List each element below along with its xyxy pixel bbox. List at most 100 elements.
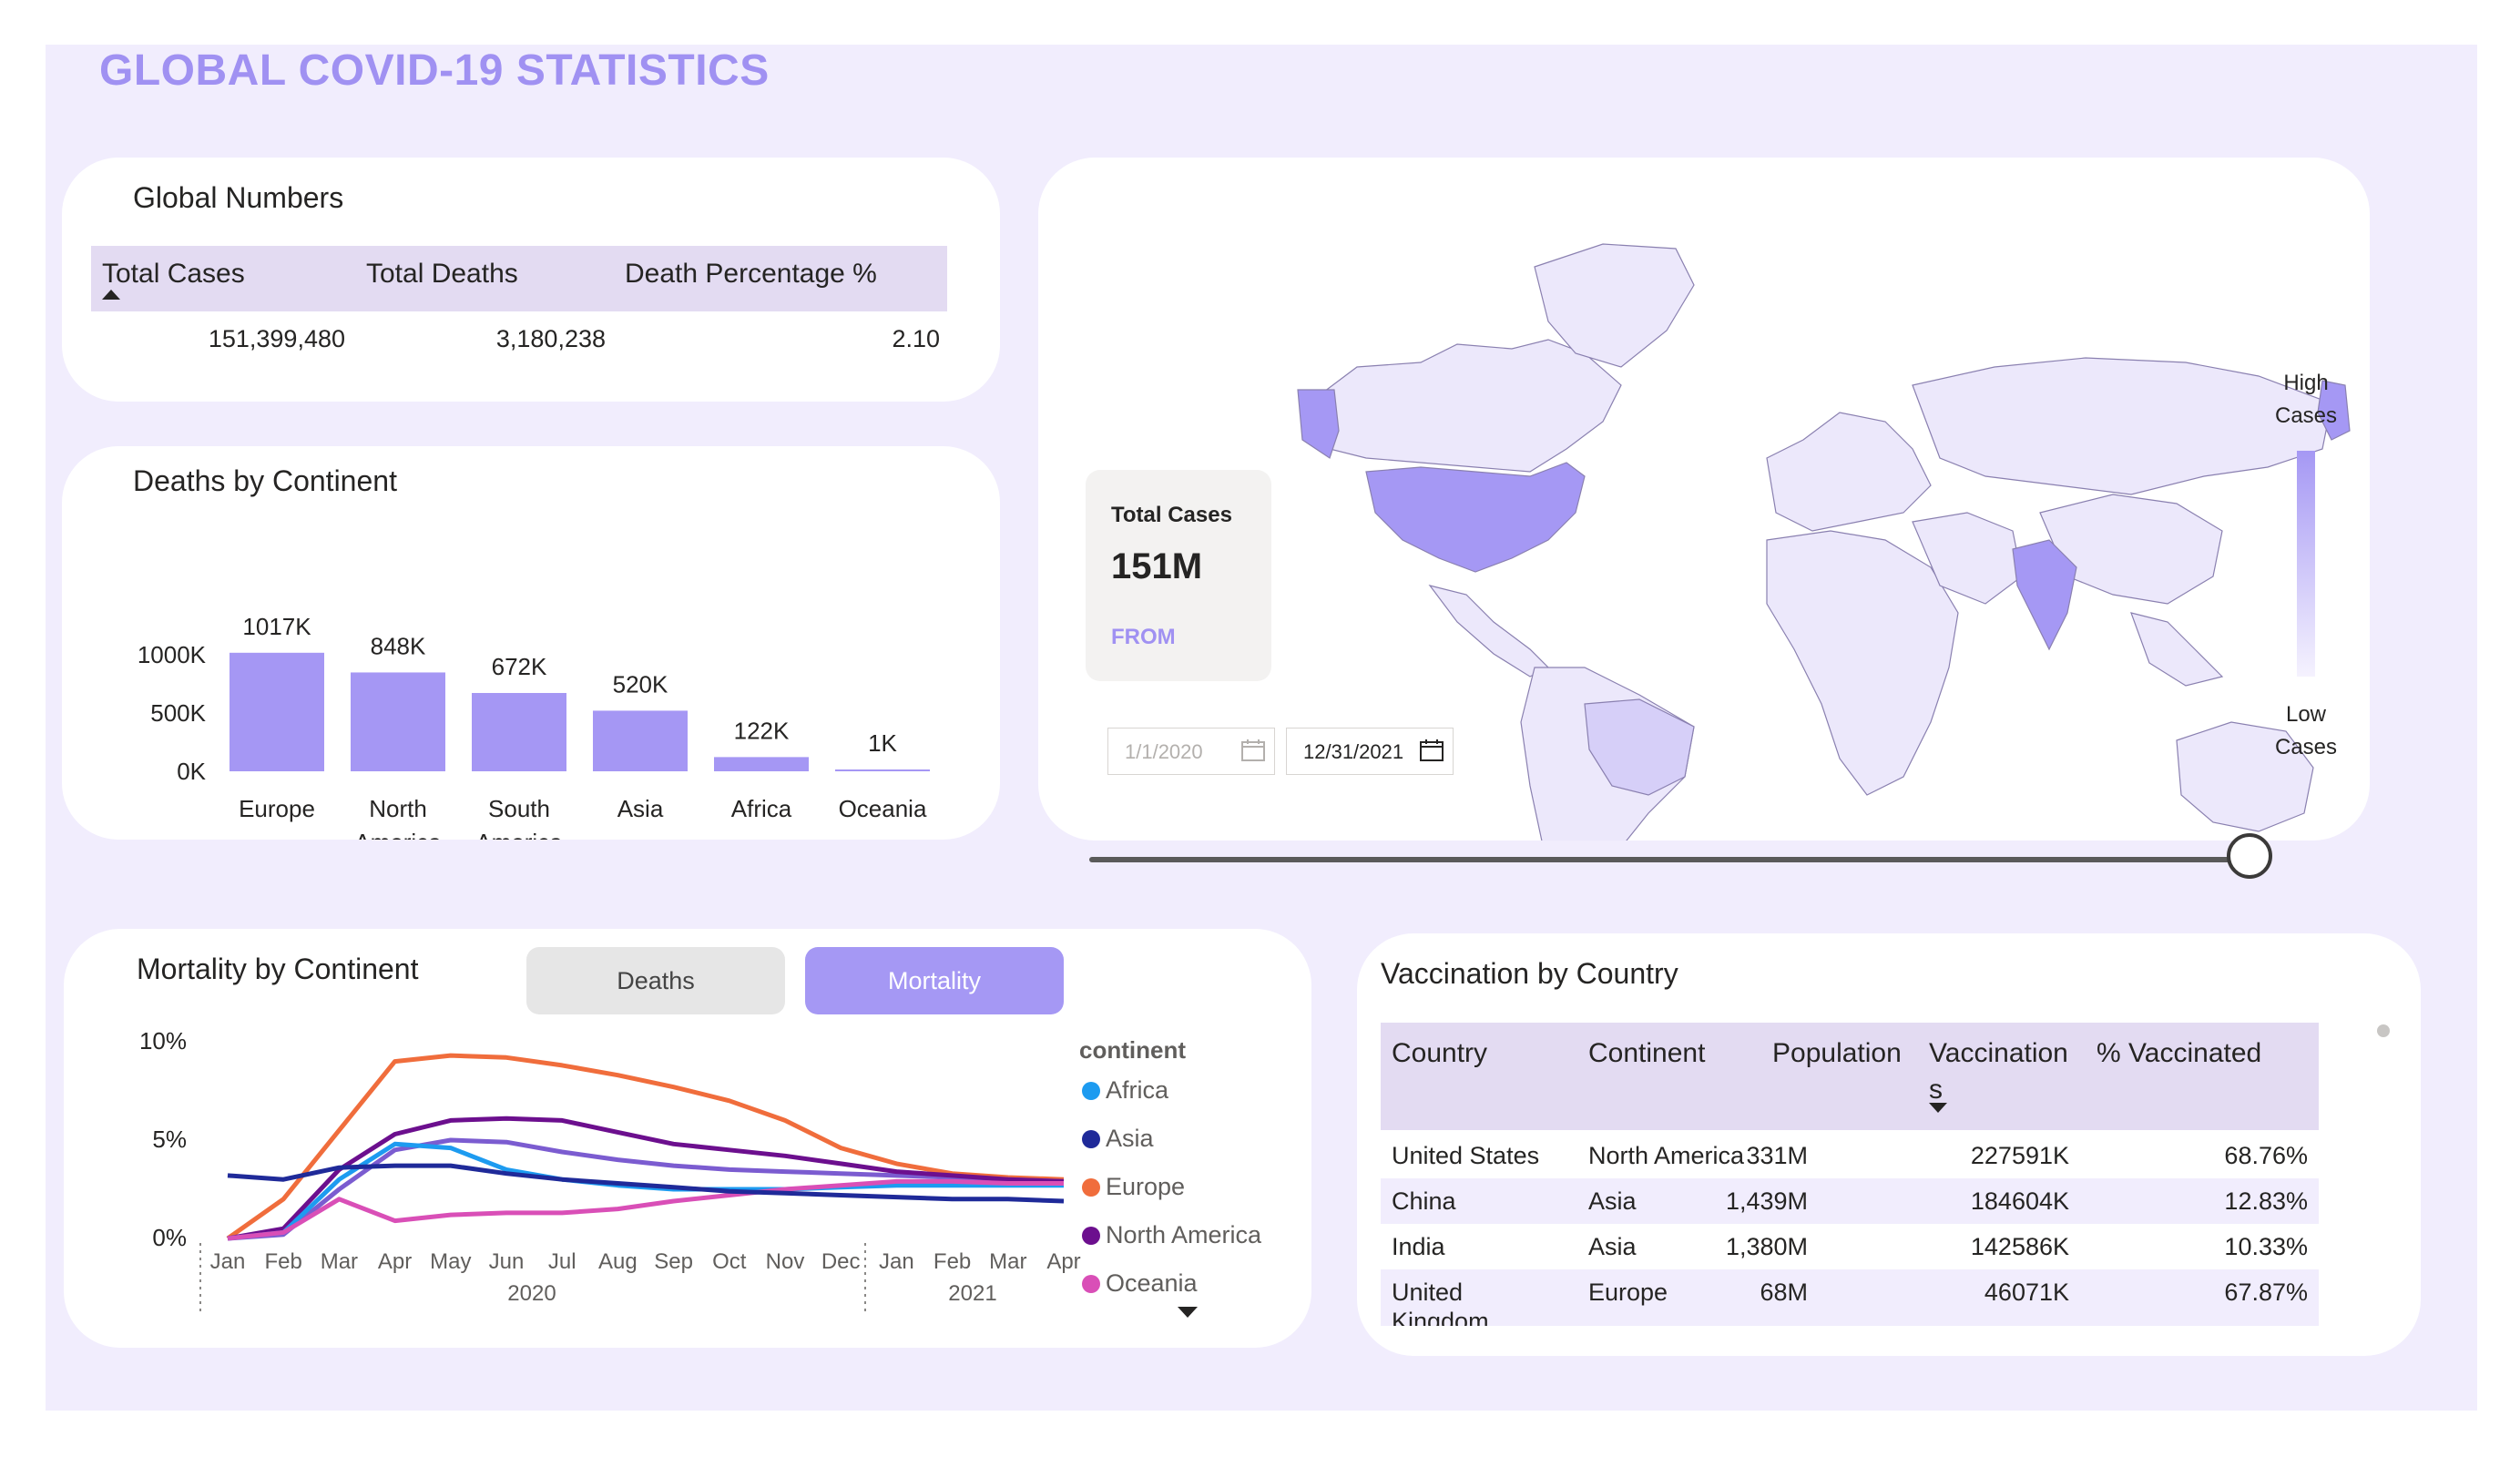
map-africa <box>1766 530 1959 796</box>
x-category-label: America <box>475 829 563 840</box>
table-cell: China <box>1392 1187 1456 1215</box>
legend-low-line2: Cases <box>2274 735 2338 759</box>
legend-high-line2: Cases <box>2274 403 2338 428</box>
y-tick-label: 1000K <box>138 641 207 668</box>
scrollbar-thumb[interactable] <box>2377 1024 2390 1037</box>
legend-scroll-down-icon[interactable] <box>1178 1307 1198 1318</box>
x-tick-label: Jul <box>548 1249 576 1274</box>
map-alaska <box>1297 389 1340 459</box>
bar-asia[interactable] <box>593 710 688 771</box>
start-date-value: 1/1/2020 <box>1125 740 1203 763</box>
start-date-input[interactable]: 1/1/2020 <box>1107 728 1275 775</box>
header-country[interactable]: Country <box>1392 1035 1487 1072</box>
global-numbers-card: Global Numbers Total Cases Total Deaths … <box>62 158 1000 402</box>
map-central-america <box>1428 585 1550 678</box>
y-tick-label: 10% <box>139 1027 187 1055</box>
table-cell: 12.83% <box>2224 1187 2308 1215</box>
bar-africa[interactable] <box>714 757 809 771</box>
header-vaccinations[interactable]: Vaccination s <box>1929 1035 2068 1108</box>
vaccination-title: Vaccination by Country <box>1381 957 1678 990</box>
x-category-label: Africa <box>731 795 792 822</box>
calendar-icon[interactable] <box>1420 739 1444 761</box>
mortality-card: Mortality by Continent Deaths Mortality … <box>64 929 1311 1348</box>
value-total-deaths: 3,180,238 <box>495 325 606 352</box>
table-row[interactable]: India Asia 1,380M 142586K 10.33% <box>1381 1224 2319 1269</box>
header-death-percentage[interactable]: Death Percentage % <box>625 259 877 290</box>
x-tick-label: Dec <box>821 1249 861 1274</box>
legend-item-africa[interactable]: Africa <box>1106 1076 1169 1104</box>
table-row[interactable]: United States North America 331M 227591K 68.… <box>1381 1133 2319 1178</box>
header-continent[interactable]: Continent <box>1588 1035 1705 1072</box>
legend-item-asia[interactable]: Asia <box>1106 1125 1155 1152</box>
map-russia <box>1912 357 2332 495</box>
total-cases-label: Total Cases <box>1111 503 1232 527</box>
total-cases-value: 151M <box>1111 546 1203 586</box>
date-slider-track[interactable] <box>1089 857 2246 862</box>
legend-item-oceania[interactable]: Oceania <box>1106 1269 1199 1297</box>
header-pct-vaccinated[interactable]: % Vaccinated <box>2097 1035 2261 1072</box>
year-label: 2020 <box>507 1281 556 1306</box>
series-line-europe[interactable] <box>226 1053 1065 1241</box>
bar-oceania[interactable] <box>835 769 930 771</box>
deaths-bar-chart: 1000K 500K 0K 1017K Europe 848K North America 67… <box>138 613 930 840</box>
date-slider-handle[interactable] <box>2227 833 2272 879</box>
legend-marker[interactable] <box>1082 1130 1100 1148</box>
legend-title: continent <box>1079 1036 1186 1064</box>
legend-item-europe[interactable]: Europe <box>1106 1173 1185 1200</box>
vaccination-table-header: Country Continent Population Vaccination… <box>1381 1023 2319 1130</box>
global-numbers-header: Total Cases Total Deaths Death Percentag… <box>91 246 947 311</box>
x-tick-label: Jan <box>879 1249 914 1274</box>
legend-high-label: High Cases <box>2270 367 2342 433</box>
table-row[interactable]: United Europe 68M 46071K 67.87% Kingdom <box>1381 1269 2319 1326</box>
from-label: FROM <box>1111 625 1176 649</box>
x-tick-label: Nov <box>766 1249 805 1274</box>
map-europe <box>1766 412 1932 532</box>
table-cell: North America <box>1588 1142 1745 1169</box>
series-line-oceania[interactable] <box>227 1178 1064 1241</box>
x-category-label: Europe <box>239 795 315 822</box>
header-total-cases[interactable]: Total Cases <box>102 259 245 290</box>
sort-ascending-icon[interactable] <box>102 290 120 300</box>
x-tick-label: Feb <box>934 1249 971 1274</box>
x-tick-label: Apr <box>378 1249 412 1274</box>
table-cell: 227591K <box>1970 1142 2069 1169</box>
table-cell: 68M <box>1760 1279 1808 1306</box>
bar-south-america[interactable] <box>472 692 566 771</box>
header-total-deaths[interactable]: Total Deaths <box>366 259 518 290</box>
header-vaccinations-line1: Vaccination <box>1929 1038 2068 1068</box>
value-total-cases: 151,399,480 <box>208 325 345 352</box>
global-numbers-title: Global Numbers <box>133 181 344 214</box>
legend-marker[interactable] <box>1082 1275 1100 1293</box>
mortality-line-chart: 10% 5% 0% Jan Feb Mar Apr May Jun Jul Aug Sep Oct Nov… <box>139 1027 1262 1318</box>
end-date-input[interactable]: 12/31/2021 <box>1286 728 1454 775</box>
x-tick-label: Mar <box>321 1249 358 1274</box>
data-label: 520K <box>613 670 668 698</box>
deaths-by-continent-card: Deaths by Continent 1000K 500K 0K 1017K Euro… <box>62 446 1000 840</box>
data-label: 1K <box>868 729 897 757</box>
bar-europe[interactable] <box>230 652 324 771</box>
x-tick-label: Feb <box>265 1249 302 1274</box>
table-cell: Asia <box>1588 1233 1637 1260</box>
data-label: 1017K <box>242 613 311 640</box>
x-category-label: Asia <box>617 795 664 822</box>
table-cell: 67.87% <box>2224 1279 2308 1306</box>
x-tick-label: Mar <box>989 1249 1026 1274</box>
table-row[interactable]: China Asia 1,439M 184604K 12.83% <box>1381 1178 2319 1224</box>
bar-north-america[interactable] <box>351 672 445 771</box>
sort-descending-icon[interactable] <box>1929 1103 1947 1113</box>
table-cell: 184604K <box>1970 1187 2069 1215</box>
header-population[interactable]: Population <box>1772 1035 1902 1072</box>
x-category-label: America <box>354 829 442 840</box>
legend-marker[interactable] <box>1082 1178 1100 1197</box>
table-cell: 10.33% <box>2224 1233 2308 1260</box>
map-card: Total Cases 151M FROM 1/1/2020 12/31/202… <box>1038 158 2370 879</box>
y-tick-label: 0% <box>152 1224 187 1251</box>
calendar-icon[interactable] <box>1241 739 1265 761</box>
legend-low-label: Low Cases <box>2270 698 2342 764</box>
table-cell: 46071K <box>1984 1279 2069 1306</box>
vaccination-card: Vaccination by Country Country Continent… <box>1357 933 2421 1356</box>
legend-low-line1: Low <box>2285 702 2327 727</box>
legend-item-north-america[interactable]: North America <box>1106 1221 1262 1248</box>
legend-marker[interactable] <box>1082 1082 1100 1100</box>
legend-marker[interactable] <box>1082 1227 1100 1245</box>
